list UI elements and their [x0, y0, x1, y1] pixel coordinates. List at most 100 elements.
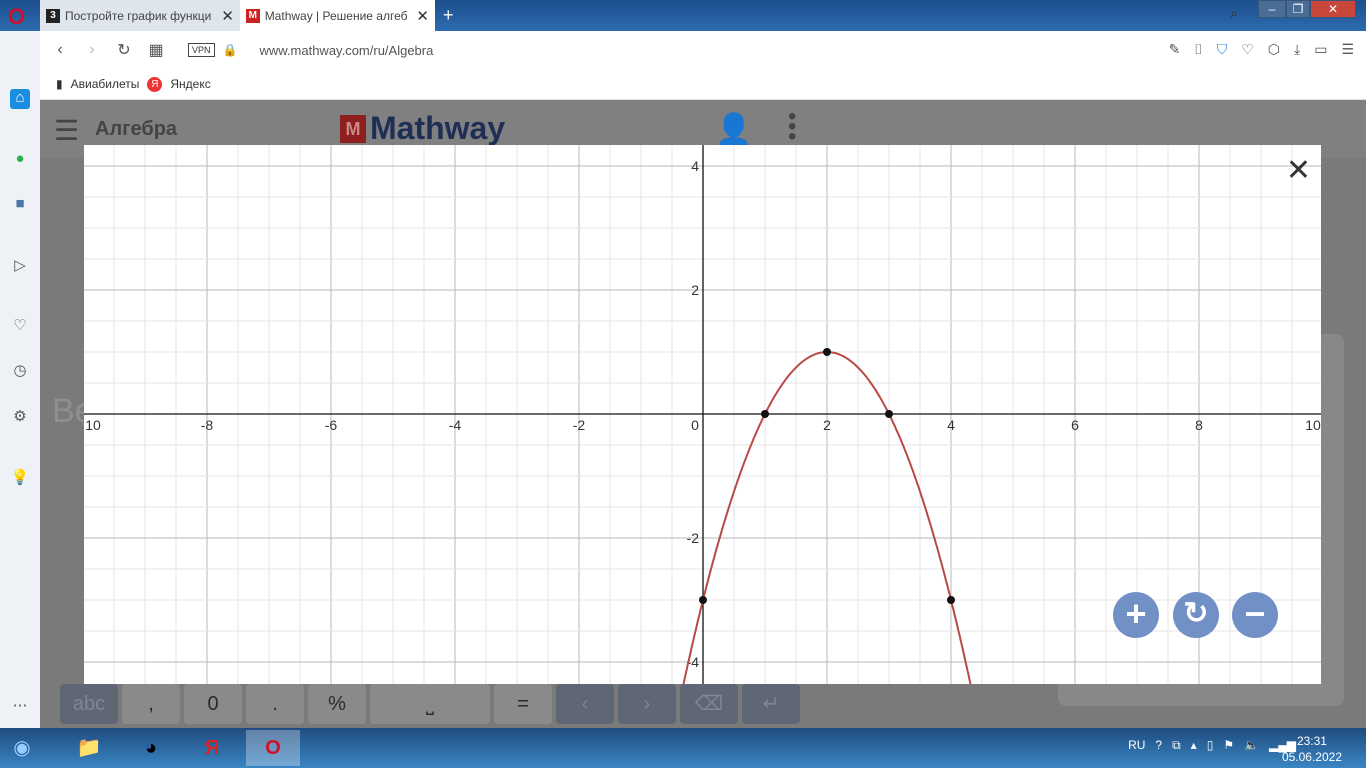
key[interactable]: ↵	[742, 684, 800, 724]
search-tabs-icon[interactable]: ⌕	[1230, 5, 1238, 22]
explorer-icon[interactable]: 📁	[62, 730, 116, 766]
url-input[interactable]: www.mathway.com/ru/Algebra	[259, 43, 433, 58]
y-tick-label: -2	[687, 530, 700, 546]
key[interactable]: %	[308, 684, 366, 724]
x-tick-label: -6	[325, 417, 338, 433]
section-title: Алгебра	[95, 118, 178, 140]
opera-sidebar: ⌂ ● ■ ▷ ♡ ◷ ⚙ 💡 ⋯	[0, 31, 40, 728]
close-icon[interactable]: ✕	[1286, 153, 1311, 188]
tabs-grid-icon[interactable]: ▦	[140, 40, 172, 60]
mathway-logo[interactable]: M Mathway	[340, 110, 505, 147]
key[interactable]: ‹	[556, 684, 614, 724]
key[interactable]: =	[494, 684, 552, 724]
power-icon[interactable]: ▯	[1207, 738, 1214, 753]
start-button[interactable]: ◉	[0, 730, 44, 766]
camera-icon[interactable]: ⌷	[1194, 41, 1202, 58]
address-bar: ‹ › ↻ ▦ VPN 🔒 www.mathway.com/ru/Algebra…	[40, 31, 1366, 69]
close-tab-icon[interactable]: ✕	[221, 7, 234, 25]
x-tick-label: 0	[691, 417, 699, 433]
x-tick-label: 10	[85, 417, 101, 433]
data-point	[885, 410, 893, 418]
reload-icon[interactable]: ↻	[108, 40, 140, 60]
language-indicator[interactable]: RU	[1128, 738, 1145, 753]
x-tick-label: -4	[449, 417, 462, 433]
gear-icon[interactable]: ⚙	[10, 407, 30, 427]
x-tick-label: -8	[201, 417, 214, 433]
vk-icon[interactable]: ■	[10, 195, 30, 215]
clock[interactable]: 23:31 05.06.2022	[1282, 733, 1342, 765]
data-point	[699, 596, 707, 604]
network-adapter-icon[interactable]: ⧉	[1172, 738, 1181, 753]
snap-edit-icon[interactable]: ✎	[1169, 41, 1181, 58]
yandex-browser-icon[interactable]: Я	[185, 730, 239, 766]
tab-title: Mathway | Решение алгеб	[264, 8, 408, 23]
heart-icon[interactable]: ♡	[10, 316, 30, 336]
logo-text: Mathway	[370, 110, 506, 146]
tab-1[interactable]: 3 Постройте график функци ✕	[40, 0, 240, 31]
x-tick-label: 4	[947, 417, 955, 433]
bookmark-item[interactable]: Авиабилеты	[71, 77, 140, 91]
close-tab-icon[interactable]: ✕	[416, 7, 429, 25]
lock-icon[interactable]: 🔒	[223, 43, 238, 57]
data-point	[947, 596, 955, 604]
cube-icon[interactable]: ⬡	[1268, 41, 1280, 58]
minimize-icon[interactable]: –	[1258, 0, 1286, 18]
tab-title: Постройте график функци	[65, 8, 212, 23]
history-icon[interactable]: ◷	[10, 361, 30, 381]
help-icon[interactable]: ?	[1155, 738, 1162, 753]
more-vertical-icon[interactable]: • • •	[788, 105, 796, 149]
opera-taskbar-icon[interactable]: O	[246, 730, 300, 766]
time: 23:31	[1296, 734, 1327, 748]
zoom-out-button[interactable]: −	[1232, 592, 1278, 638]
y-tick-label: 2	[691, 282, 699, 298]
volume-icon[interactable]: 🔈	[1244, 738, 1259, 753]
bookmark-item[interactable]: Яндекс	[170, 77, 210, 91]
key[interactable]: abc	[60, 684, 118, 724]
battery-icon[interactable]: ▭	[1314, 41, 1327, 58]
key[interactable]: .	[246, 684, 304, 724]
menu-icon[interactable]: ☰	[54, 114, 79, 147]
x-tick-label: 6	[1071, 417, 1079, 433]
tab-2[interactable]: M Mathway | Решение алгеб ✕	[240, 0, 435, 31]
heart-icon[interactable]: ♡	[1241, 41, 1254, 58]
key[interactable]: ⌫	[680, 684, 738, 724]
restore-icon[interactable]: ❐	[1286, 0, 1310, 18]
x-tick-label: 2	[823, 417, 831, 433]
tab-favicon: M	[246, 8, 260, 23]
home-icon[interactable]: ⌂	[10, 89, 30, 109]
whatsapp-icon[interactable]: ●	[10, 150, 30, 170]
opera-logo[interactable]: O	[8, 4, 25, 30]
tab-favicon: 3	[46, 8, 60, 23]
back-icon[interactable]: ‹	[44, 41, 76, 59]
forward-icon[interactable]: ›	[76, 41, 108, 59]
bookmarks-bar: ▮ Авиабилеты Я Яндекс	[40, 69, 1366, 100]
chrome-icon[interactable]: ◕	[124, 730, 178, 766]
flag-icon[interactable]: ⚑	[1223, 738, 1234, 753]
download-icon[interactable]: ⤓	[1294, 41, 1300, 58]
settings-sliders-icon[interactable]: ☰	[1341, 41, 1354, 58]
graph-modal: 10 -8 -6 -4 -2 0 2 4 6 8 10 4 2 -2 -4 ✕ + ↻ −	[84, 145, 1321, 684]
lightbulb-icon[interactable]: 💡	[10, 468, 30, 488]
data-point	[823, 348, 831, 356]
tab-bar: O 3 Постройте график функци ✕ M Mathway | Р…	[0, 0, 1366, 31]
key[interactable]: ›	[618, 684, 676, 724]
key[interactable]: ⎵	[370, 684, 490, 724]
show-hidden-icon[interactable]: ▴	[1191, 738, 1197, 753]
keypad: abc, 0.% ⎵ = ‹ › ⌫ ↵	[60, 684, 800, 724]
player-icon[interactable]: ▷	[10, 256, 30, 276]
more-icon[interactable]: ⋯	[10, 696, 30, 716]
file-icon: ▮	[56, 77, 63, 91]
date: 05.06.2022	[1281, 750, 1342, 764]
key[interactable]: ,	[122, 684, 180, 724]
key[interactable]: 0	[184, 684, 242, 724]
x-tick-label: 8	[1195, 417, 1203, 433]
shield-icon[interactable]: ⛉	[1217, 41, 1228, 58]
x-tick-label: 10	[1305, 417, 1321, 433]
yandex-icon: Я	[147, 76, 163, 92]
reset-view-button[interactable]: ↻	[1173, 592, 1219, 638]
vpn-badge[interactable]: VPN	[188, 43, 215, 57]
new-tab-icon[interactable]: +	[443, 5, 454, 26]
close-window-icon[interactable]: ✕	[1310, 0, 1356, 18]
logo-mark: M	[340, 114, 366, 143]
zoom-in-button[interactable]: +	[1113, 592, 1159, 638]
